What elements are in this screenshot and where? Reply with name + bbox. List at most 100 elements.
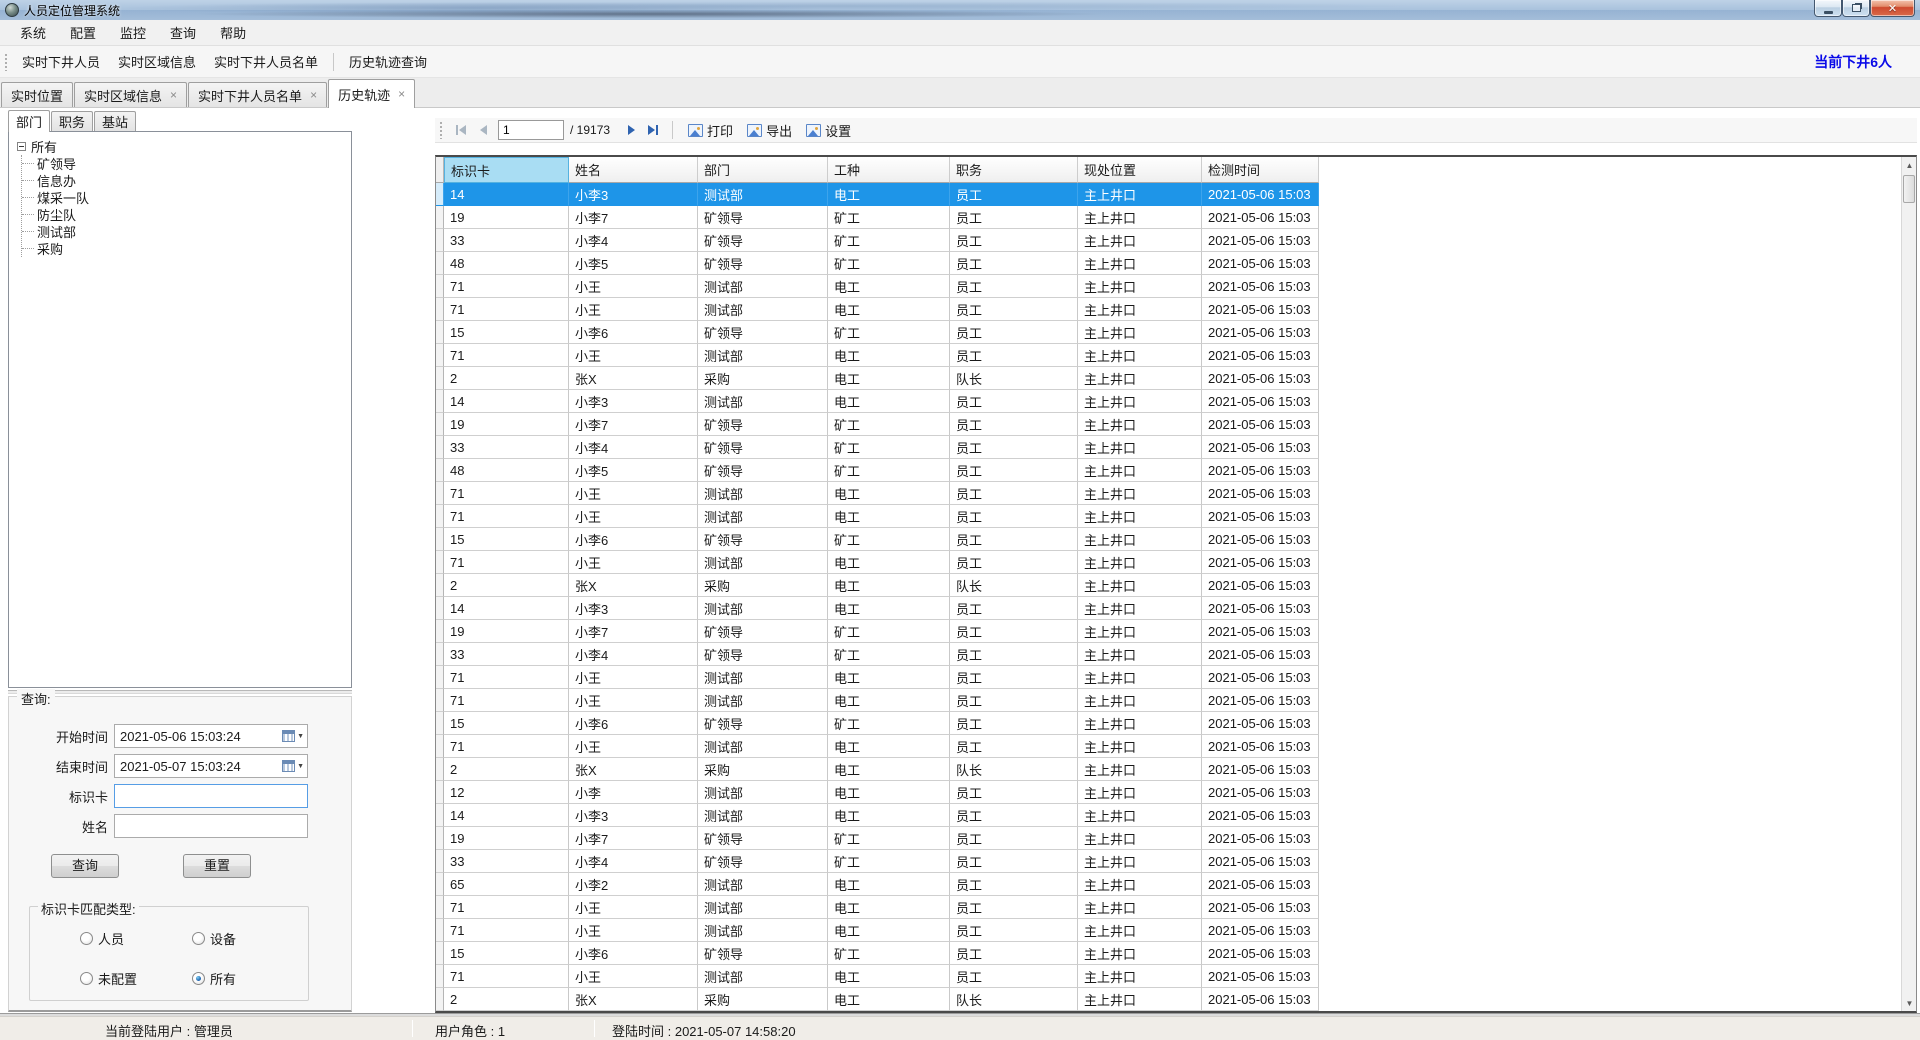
tree-collapse-icon[interactable] (17, 142, 26, 151)
search-button[interactable]: 查询 (51, 854, 119, 878)
settings-button[interactable]: 设置 (799, 119, 858, 142)
start-time-picker[interactable]: 2021-05-06 15:03:24 ▼ (114, 724, 308, 748)
toolbar-grip[interactable] (4, 53, 9, 71)
tree-node-child[interactable]: 煤采一队 (22, 189, 351, 206)
radio-person[interactable]: 人员 (80, 929, 124, 948)
table-row[interactable]: 71小王测试部电工员工主上井口2021-05-06 15:03 (436, 919, 1916, 942)
column-header[interactable]: 姓名 (569, 157, 698, 183)
scrollbar-thumb[interactable] (1903, 175, 1915, 203)
table-row[interactable]: 71小王测试部电工员工主上井口2021-05-06 15:03 (436, 735, 1916, 758)
table-row[interactable]: 2张X采购电工队长主上井口2021-05-06 15:03 (436, 758, 1916, 781)
table-row[interactable]: 33小李4矿领导矿工员工主上井口2021-05-06 15:03 (436, 436, 1916, 459)
scroll-down-icon[interactable]: ▼ (1902, 995, 1917, 1011)
column-header[interactable]: 工种 (828, 157, 950, 183)
print-button[interactable]: 打印 (681, 119, 740, 142)
tree-node-child[interactable]: 信息办 (22, 172, 351, 189)
table-row[interactable]: 2张X采购电工队长主上井口2021-05-06 15:03 (436, 574, 1916, 597)
table-row[interactable]: 15小李6矿领导矿工员工主上井口2021-05-06 15:03 (436, 321, 1916, 344)
table-row[interactable]: 33小李4矿领导矿工员工主上井口2021-05-06 15:03 (436, 850, 1916, 873)
maximize-button[interactable] (1842, 0, 1870, 17)
radio-device[interactable]: 设备 (192, 929, 236, 948)
table-row[interactable]: 71小王测试部电工员工主上井口2021-05-06 15:03 (436, 482, 1916, 505)
radio-unassigned[interactable]: 未配置 (80, 969, 137, 988)
tree-node-child[interactable]: 采购 (22, 240, 351, 257)
column-header[interactable]: 部门 (698, 157, 828, 183)
reset-button[interactable]: 重置 (183, 854, 251, 878)
table-row[interactable]: 71小王测试部电工员工主上井口2021-05-06 15:03 (436, 505, 1916, 528)
toolbar-button-realtime-miners[interactable]: 实时下井人员 (13, 47, 109, 76)
last-page-button[interactable] (642, 120, 664, 140)
tab-close-icon[interactable]: × (170, 89, 177, 101)
panel-splitter[interactable] (8, 690, 352, 694)
table-row[interactable]: 71小王测试部电工员工主上井口2021-05-06 15:03 (436, 666, 1916, 689)
table-row[interactable]: 65小李2测试部电工员工主上井口2021-05-06 15:03 (436, 873, 1916, 896)
next-page-button[interactable] (620, 120, 642, 140)
tree-node-all[interactable]: 所有 (17, 138, 351, 155)
toolbar-button-history-track[interactable]: 历史轨迹查询 (340, 47, 436, 76)
pager-grip[interactable] (439, 121, 444, 139)
table-row[interactable]: 15小李6矿领导矿工员工主上井口2021-05-06 15:03 (436, 528, 1916, 551)
end-time-picker[interactable]: 2021-05-07 15:03:24 ▼ (114, 754, 308, 778)
table-row[interactable]: 71小王测试部电工员工主上井口2021-05-06 15:03 (436, 896, 1916, 919)
page-number-input[interactable] (498, 120, 564, 140)
tab-realtime-area-info[interactable]: 实时区域信息 × (74, 82, 187, 107)
tab-realtime-position[interactable]: 实时位置 (1, 82, 73, 107)
card-id-input[interactable] (114, 784, 308, 808)
vertical-scrollbar[interactable]: ▲ ▼ (1901, 157, 1916, 1011)
dropdown-arrow-icon[interactable]: ▼ (297, 763, 304, 770)
table-row[interactable]: 2张X采购电工队长主上井口2021-05-06 15:03 (436, 367, 1916, 390)
toolbar-button-realtime-area[interactable]: 实时区域信息 (109, 47, 205, 76)
close-button[interactable]: ✕ (1870, 0, 1915, 17)
table-row[interactable]: 14小李3测试部电工员工主上井口2021-05-06 15:03 (436, 804, 1916, 827)
radio-all[interactable]: 所有 (192, 969, 236, 988)
table-row[interactable]: 33小李4矿领导矿工员工主上井口2021-05-06 15:03 (436, 643, 1916, 666)
table-row[interactable]: 48小李5矿领导矿工员工主上井口2021-05-06 15:03 (436, 252, 1916, 275)
calendar-icon[interactable] (282, 730, 295, 742)
first-page-button[interactable] (450, 120, 472, 140)
table-row[interactable]: 33小李4矿领导矿工员工主上井口2021-05-06 15:03 (436, 229, 1916, 252)
table-row[interactable]: 19小李7矿领导矿工员工主上井口2021-05-06 15:03 (436, 827, 1916, 850)
minimize-button[interactable] (1814, 0, 1842, 17)
scroll-up-icon[interactable]: ▲ (1902, 157, 1917, 173)
table-row[interactable]: 48小李5矿领导矿工员工主上井口2021-05-06 15:03 (436, 459, 1916, 482)
table-row[interactable]: 14小李3测试部电工员工主上井口2021-05-06 15:03 (436, 390, 1916, 413)
column-header[interactable]: 现处位置 (1078, 157, 1202, 183)
name-input[interactable] (114, 814, 308, 838)
column-header[interactable]: 职务 (950, 157, 1078, 183)
menu-item-system[interactable]: 系统 (8, 19, 58, 46)
tab-close-icon[interactable]: × (310, 89, 317, 101)
tree-node-child[interactable]: 矿领导 (22, 155, 351, 172)
tree-node-child[interactable]: 测试部 (22, 223, 351, 240)
table-row[interactable]: 19小李7矿领导矿工员工主上井口2021-05-06 15:03 (436, 413, 1916, 436)
tab-close-icon[interactable]: × (398, 88, 405, 100)
menu-item-monitor[interactable]: 监控 (108, 19, 158, 46)
toolbar-button-realtime-list[interactable]: 实时下井人员名单 (205, 47, 327, 76)
menu-item-config[interactable]: 配置 (58, 19, 108, 46)
prev-page-button[interactable] (472, 120, 494, 140)
table-row[interactable]: 15小李6矿领导矿工员工主上井口2021-05-06 15:03 (436, 712, 1916, 735)
column-header[interactable]: 标识卡 (444, 157, 569, 183)
dropdown-arrow-icon[interactable]: ▼ (297, 733, 304, 740)
menu-item-help[interactable]: 帮助 (208, 19, 258, 46)
table-row[interactable]: 14小李3测试部电工员工主上井口2021-05-06 15:03 (436, 597, 1916, 620)
calendar-icon[interactable] (282, 760, 295, 772)
tab-realtime-miner-list[interactable]: 实时下井人员名单 × (188, 82, 327, 107)
table-row[interactable]: 12小李测试部电工员工主上井口2021-05-06 15:03 (436, 781, 1916, 804)
export-button[interactable]: 导出 (740, 119, 799, 142)
table-row[interactable]: 71小王测试部电工员工主上井口2021-05-06 15:03 (436, 689, 1916, 712)
table-row[interactable]: 71小王测试部电工员工主上井口2021-05-06 15:03 (436, 298, 1916, 321)
table-row[interactable]: 19小李7矿领导矿工员工主上井口2021-05-06 15:03 (436, 620, 1916, 643)
sidebar-tab-position[interactable]: 职务 (51, 111, 93, 131)
table-row[interactable]: 71小王测试部电工员工主上井口2021-05-06 15:03 (436, 344, 1916, 367)
table-row[interactable]: 19小李7矿领导矿工员工主上井口2021-05-06 15:03 (436, 206, 1916, 229)
menu-item-query[interactable]: 查询 (158, 19, 208, 46)
tree-node-child[interactable]: 防尘队 (22, 206, 351, 223)
table-row[interactable]: 14小李3测试部电工员工主上井口2021-05-06 15:03 (436, 183, 1916, 206)
sidebar-tab-station[interactable]: 基站 (94, 111, 136, 131)
table-row[interactable]: 71小王测试部电工员工主上井口2021-05-06 15:03 (436, 551, 1916, 574)
table-row[interactable]: 71小王测试部电工员工主上井口2021-05-06 15:03 (436, 965, 1916, 988)
table-row[interactable]: 15小李6矿领导矿工员工主上井口2021-05-06 15:03 (436, 942, 1916, 965)
column-header[interactable]: 检测时间 (1202, 157, 1319, 183)
table-row[interactable]: 2张X采购电工队长主上井口2021-05-06 15:03 (436, 988, 1916, 1011)
tab-history-track[interactable]: 历史轨迹 × (328, 79, 415, 108)
